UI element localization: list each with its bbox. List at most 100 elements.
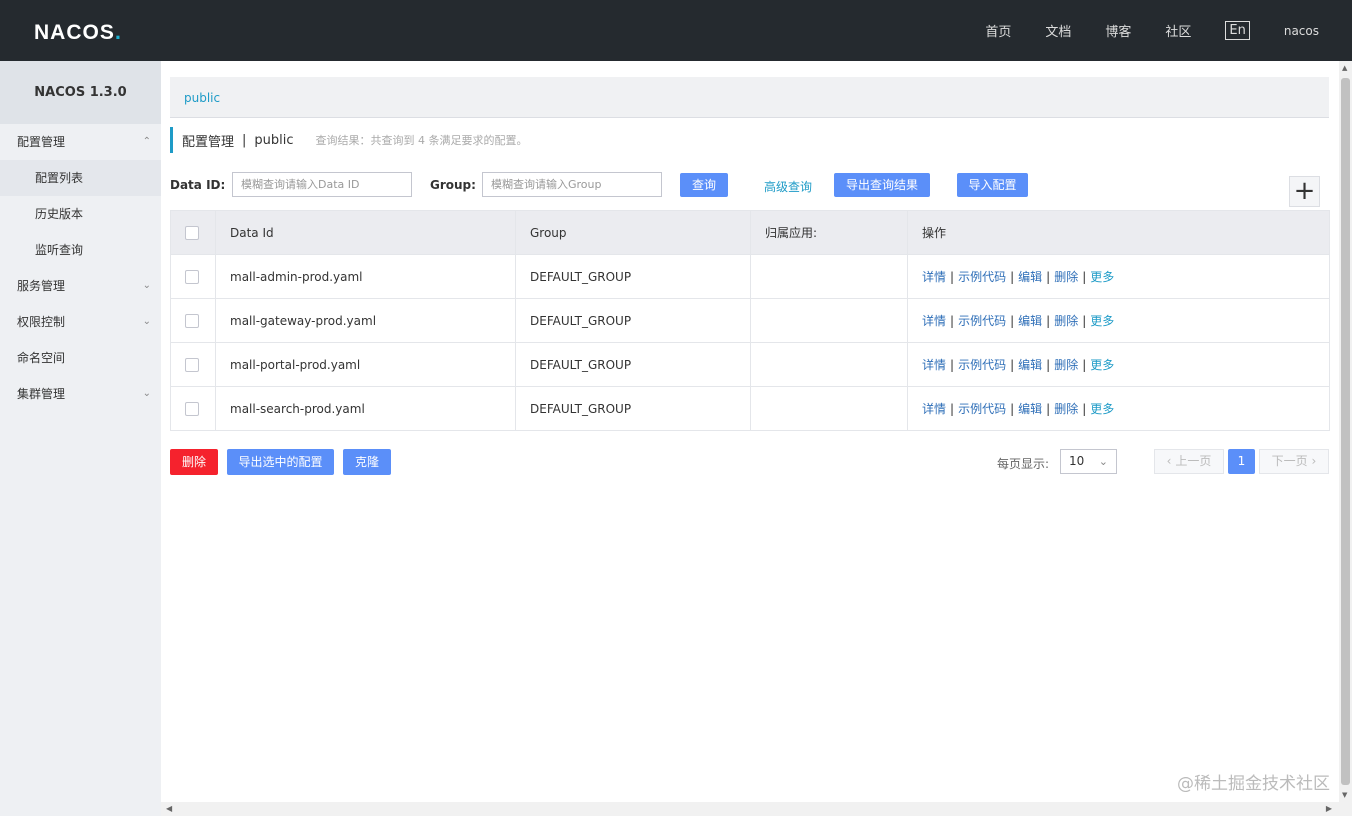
- more-link[interactable]: 更多: [1090, 358, 1114, 372]
- sidebar-group-cluster[interactable]: 集群管理 ⌄: [0, 376, 161, 412]
- row-checkbox[interactable]: [185, 313, 199, 328]
- sidebar-item-listener[interactable]: 监听查询: [0, 232, 161, 268]
- detail-link[interactable]: 详情: [922, 402, 946, 416]
- nav-docs[interactable]: 文档: [1045, 21, 1071, 40]
- next-page-button[interactable]: 下一页 ›: [1259, 449, 1329, 474]
- table-row: mall-gateway-prod.yaml DEFAULT_GROUP 详情 | 示例…: [170, 298, 1330, 343]
- nav-blog[interactable]: 博客: [1105, 21, 1131, 40]
- more-link[interactable]: 更多: [1090, 270, 1114, 284]
- header-data-id[interactable]: Data Id: [215, 210, 516, 255]
- prev-page-button[interactable]: ‹ 上一页: [1154, 449, 1224, 474]
- data-id-input[interactable]: [232, 172, 412, 197]
- sidebar-group-config[interactable]: 配置管理 ⌃: [0, 124, 161, 160]
- row-select-cell: [170, 386, 216, 431]
- cell-app: [750, 298, 908, 343]
- delete-link[interactable]: 删除: [1054, 358, 1078, 372]
- table-header-row: Data Id Group 归属应用: 操作: [170, 210, 1330, 255]
- header-app[interactable]: 归属应用:: [750, 210, 908, 255]
- advanced-search-link[interactable]: 高级查询: [764, 178, 812, 195]
- page-size-label: 每页显示:: [997, 457, 1050, 471]
- sidebar-item-history[interactable]: 历史版本: [0, 196, 161, 232]
- namespace-bar: public: [170, 77, 1329, 118]
- nav-community[interactable]: 社区: [1165, 21, 1191, 40]
- language-toggle[interactable]: En: [1225, 21, 1250, 40]
- scroll-down-icon[interactable]: ▼: [1342, 791, 1347, 799]
- header-operations: 操作: [907, 210, 1330, 255]
- user-name[interactable]: nacos: [1284, 24, 1319, 38]
- nav-home[interactable]: 首页: [985, 21, 1011, 40]
- page-size-select[interactable]: 10 ⌄: [1060, 449, 1117, 474]
- filter-row: Data ID: Group: 查询 高级查询 导出查询结果 导入配置 +: [170, 172, 1329, 207]
- delete-link[interactable]: 删除: [1054, 314, 1078, 328]
- header-group[interactable]: Group: [515, 210, 751, 255]
- scroll-right-icon[interactable]: ▶: [1326, 804, 1332, 813]
- detail-link[interactable]: 详情: [922, 270, 946, 284]
- horizontal-scrollbar[interactable]: ◀ ▶: [161, 802, 1352, 816]
- scroll-left-icon[interactable]: ◀: [166, 804, 172, 813]
- version-label: NACOS 1.3.0: [0, 61, 161, 124]
- page-title: 配置管理 | public 查询结果：共查询到 4 条满足要求的配置。: [170, 127, 528, 153]
- cell-group: DEFAULT_GROUP: [515, 254, 751, 299]
- main-content: public 配置管理 | public 查询结果：共查询到 4 条满足要求的配…: [161, 61, 1339, 802]
- row-select-cell: [170, 298, 216, 343]
- nacos-logo[interactable]: NACOS.: [34, 19, 122, 45]
- clone-button[interactable]: 克隆: [343, 449, 391, 475]
- sample-code-link[interactable]: 示例代码: [958, 358, 1006, 372]
- edit-link[interactable]: 编辑: [1018, 314, 1042, 328]
- cell-data-id: mall-admin-prod.yaml: [215, 254, 516, 299]
- page-1-button[interactable]: 1: [1228, 449, 1255, 474]
- sidebar-item-config-list[interactable]: 配置列表: [0, 160, 161, 196]
- select-all-cell: [170, 210, 216, 255]
- title-separator: |: [242, 132, 247, 148]
- detail-link[interactable]: 详情: [922, 314, 946, 328]
- group-input[interactable]: [482, 172, 662, 197]
- sample-code-link[interactable]: 示例代码: [958, 270, 1006, 284]
- sidebar-group-namespace[interactable]: 命名空间: [0, 340, 161, 376]
- edit-link[interactable]: 编辑: [1018, 270, 1042, 284]
- sample-code-link[interactable]: 示例代码: [958, 314, 1006, 328]
- more-link[interactable]: 更多: [1090, 402, 1114, 416]
- sidebar-group-service[interactable]: 服务管理 ⌄: [0, 268, 161, 304]
- export-selected-button[interactable]: 导出选中的配置: [227, 449, 334, 475]
- delete-link[interactable]: 删除: [1054, 270, 1078, 284]
- cell-operations: 详情 | 示例代码 | 编辑 | 删除 | 更多: [907, 342, 1330, 387]
- detail-link[interactable]: 详情: [922, 358, 946, 372]
- table-row: mall-portal-prod.yaml DEFAULT_GROUP 详情 | 示例代…: [170, 342, 1330, 387]
- select-all-checkbox[interactable]: [185, 225, 199, 240]
- chevron-right-icon: ›: [1311, 454, 1317, 468]
- row-checkbox[interactable]: [185, 269, 199, 284]
- delete-link[interactable]: 删除: [1054, 402, 1078, 416]
- sidebar: NACOS 1.3.0 配置管理 ⌃ 配置列表 历史版本 监听查询 服务管理 ⌄…: [0, 61, 161, 816]
- cell-group: DEFAULT_GROUP: [515, 298, 751, 343]
- cell-data-id: mall-portal-prod.yaml: [215, 342, 516, 387]
- import-config-button[interactable]: 导入配置: [957, 173, 1028, 197]
- scroll-up-icon[interactable]: ▲: [1342, 64, 1347, 72]
- cell-data-id: mall-search-prod.yaml: [215, 386, 516, 431]
- page-title-namespace: public: [254, 132, 294, 148]
- top-bar: NACOS. 首页 文档 博客 社区 En nacos: [0, 0, 1352, 61]
- chevron-left-icon: ‹: [1166, 454, 1172, 468]
- cell-operations: 详情 | 示例代码 | 编辑 | 删除 | 更多: [907, 386, 1330, 431]
- vertical-scrollbar[interactable]: ▲ ▼: [1339, 61, 1352, 802]
- chevron-down-icon: ⌄: [142, 280, 151, 291]
- edit-link[interactable]: 编辑: [1018, 358, 1042, 372]
- table-row: mall-search-prod.yaml DEFAULT_GROUP 详情 | 示例代…: [170, 386, 1330, 431]
- more-link[interactable]: 更多: [1090, 314, 1114, 328]
- search-button[interactable]: 查询: [680, 173, 728, 197]
- plus-icon[interactable]: +: [1289, 176, 1320, 207]
- row-checkbox[interactable]: [185, 401, 199, 416]
- export-results-button[interactable]: 导出查询结果: [834, 173, 930, 197]
- cell-app: [750, 386, 908, 431]
- cell-operations: 详情 | 示例代码 | 编辑 | 删除 | 更多: [907, 254, 1330, 299]
- sample-code-link[interactable]: 示例代码: [958, 402, 1006, 416]
- cell-group: DEFAULT_GROUP: [515, 342, 751, 387]
- chevron-down-icon: ⌄: [142, 388, 151, 399]
- row-checkbox[interactable]: [185, 357, 199, 372]
- scrollbar-thumb[interactable]: [1341, 78, 1350, 785]
- query-summary: 查询结果：共查询到 4 条满足要求的配置。: [315, 134, 528, 147]
- edit-link[interactable]: 编辑: [1018, 402, 1042, 416]
- cell-app: [750, 254, 908, 299]
- namespace-public-link[interactable]: public: [184, 91, 220, 105]
- sidebar-group-auth[interactable]: 权限控制 ⌄: [0, 304, 161, 340]
- delete-selected-button[interactable]: 删除: [170, 449, 218, 475]
